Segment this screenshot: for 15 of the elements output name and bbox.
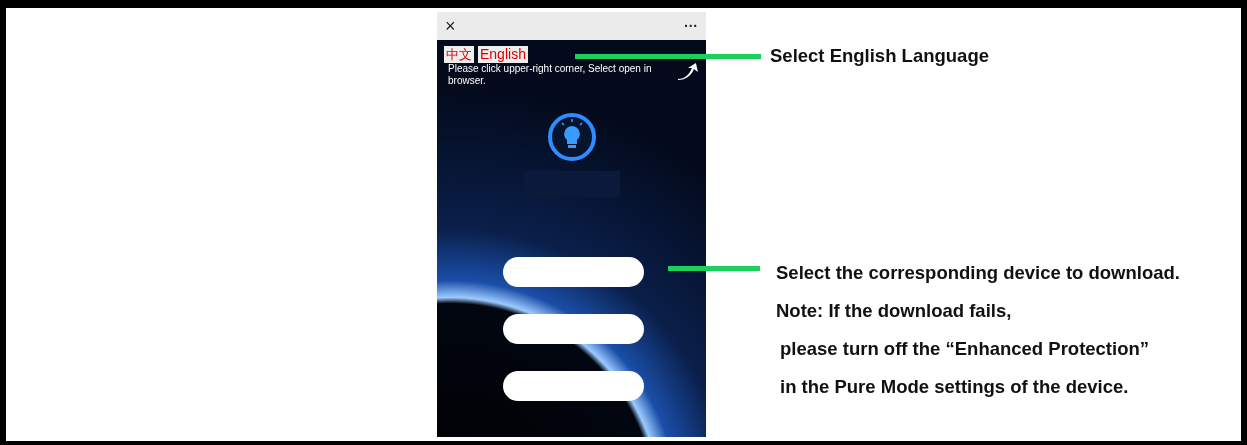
language-button[interactable]: English (478, 46, 528, 63)
annotation-text: Select the corresponding device to download. (776, 261, 1181, 285)
annotation-text: please turn off the “Enhanced Protection” (779, 337, 1150, 361)
annotation-text: Note: If the download fails, (776, 299, 1013, 323)
device-button[interactable] (503, 371, 644, 401)
annotation-text: in the Pure Mode settings of the device. (779, 375, 1130, 399)
language-button[interactable]: 中文 (444, 46, 474, 63)
lightbulb-icon (545, 111, 598, 163)
more-button[interactable]: ··· (684, 19, 698, 33)
close-button[interactable]: × (445, 17, 456, 35)
curved-arrow-icon (677, 63, 699, 81)
hint-text: Please click upper-right corner, Select open in browser. (447, 63, 653, 87)
device-button[interactable] (503, 257, 644, 287)
device-button[interactable] (503, 314, 644, 344)
annotation-text: Select English Language (770, 45, 989, 66)
